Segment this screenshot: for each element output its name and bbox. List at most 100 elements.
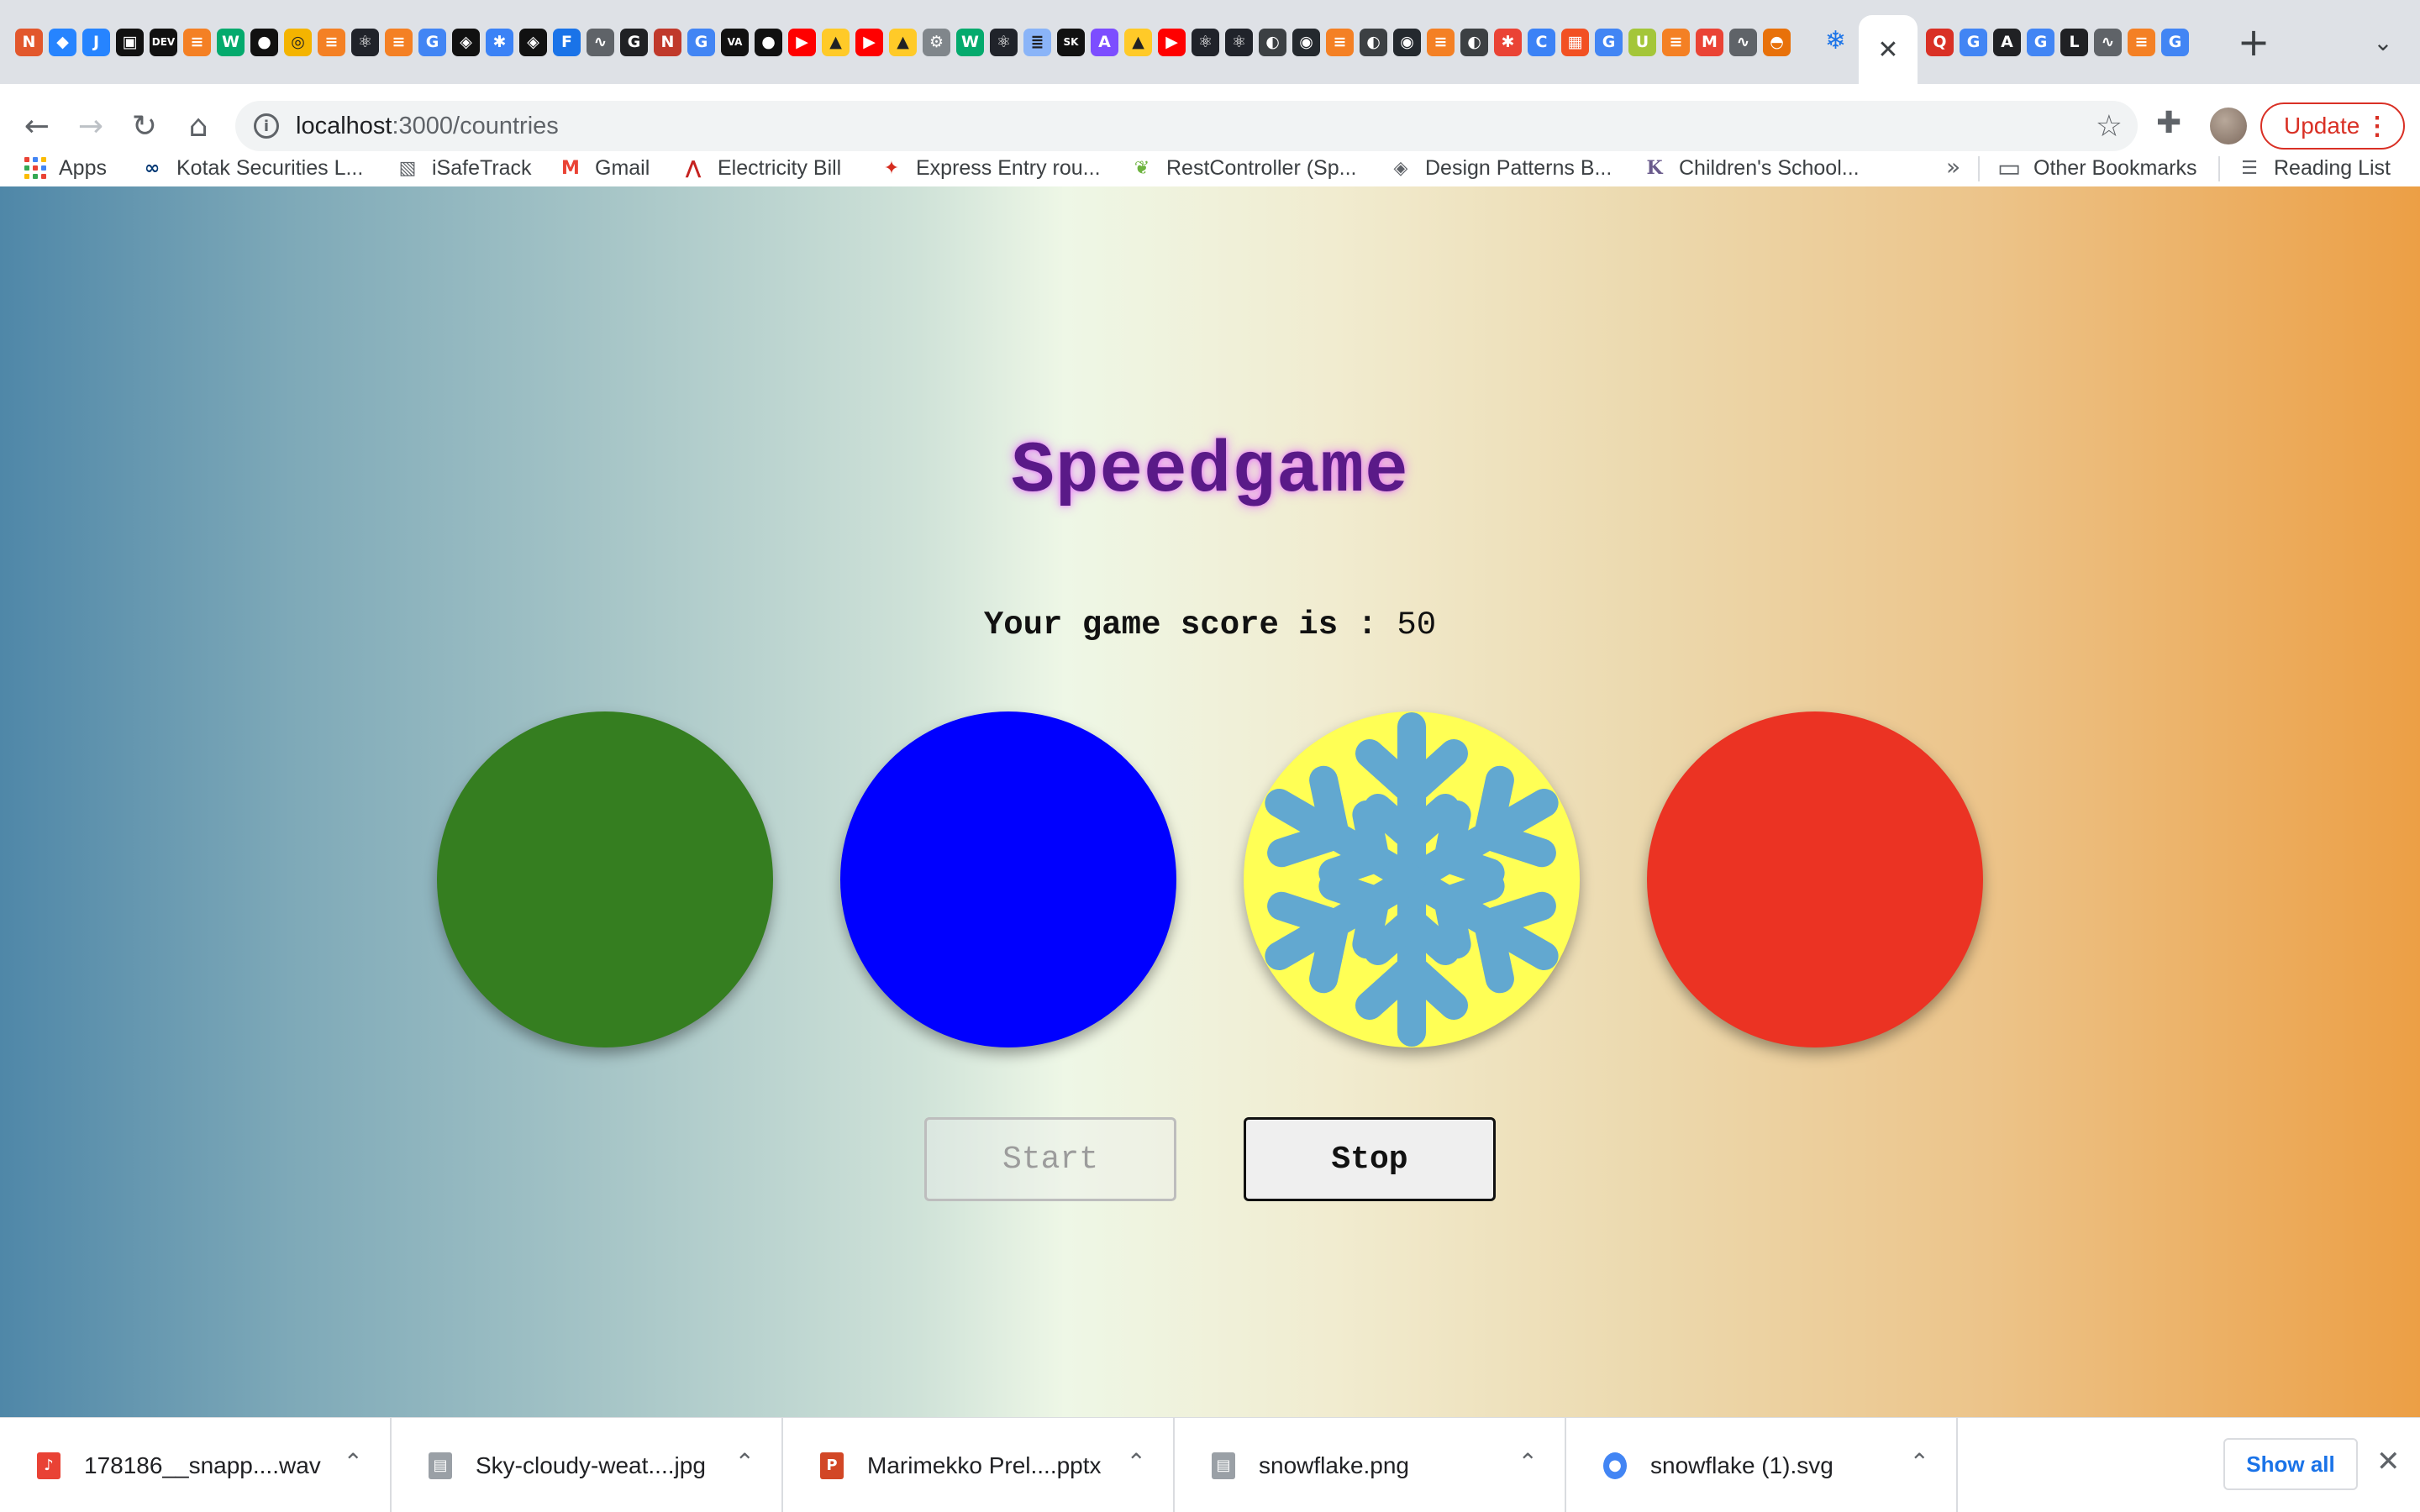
reload-icon: ↻: [131, 108, 158, 144]
bookmark-star-icon[interactable]: ☆: [2096, 109, 2123, 144]
page-title: Speedgame: [1011, 430, 1409, 512]
gear-icon[interactable]: ⚙: [923, 28, 950, 56]
tab-search-button[interactable]: ⌄: [2365, 24, 2402, 60]
profile-avatar[interactable]: [2210, 108, 2247, 144]
firebase-icon[interactable]: ▲: [889, 28, 917, 56]
download-filename: Sky-cloudy-weat....jpg: [476, 1452, 706, 1478]
google-icon[interactable]: G: [687, 28, 715, 56]
download-item[interactable]: ▤ snowflake.png ⌃: [1175, 1418, 1566, 1512]
rocket-icon[interactable]: A: [1091, 28, 1118, 56]
google-icon[interactable]: G: [1595, 28, 1623, 56]
close-tab-icon[interactable]: ✕: [1877, 35, 1898, 65]
youtube-icon[interactable]: ▶: [1158, 28, 1186, 56]
jira-icon[interactable]: J: [82, 28, 110, 56]
a-icon[interactable]: A: [1993, 28, 2021, 56]
firebase-icon[interactable]: ▲: [822, 28, 850, 56]
codepen-icon[interactable]: ◈: [452, 28, 480, 56]
chevron-up-icon[interactable]: ⌃: [1518, 1448, 1538, 1476]
gmail-icon: M: [561, 157, 580, 179]
react-icon[interactable]: ⚛: [1225, 28, 1253, 56]
react-icon[interactable]: ⚛: [351, 28, 379, 56]
u-icon[interactable]: U: [1628, 28, 1656, 56]
medium-icon[interactable]: ●: [250, 28, 278, 56]
stackoverflow-icon[interactable]: ≡: [2128, 28, 2155, 56]
badge-icon[interactable]: ◎: [284, 28, 312, 56]
w3schools-icon[interactable]: W: [956, 28, 984, 56]
stackoverflow-icon[interactable]: ≡: [385, 28, 413, 56]
snowflake-icon[interactable]: ❄: [1822, 26, 1849, 55]
game-circle-1[interactable]: [437, 711, 773, 1047]
n-icon[interactable]: N: [654, 28, 681, 56]
active-tab[interactable]: ✕ ❄: [1825, 15, 1918, 84]
gmail-icon[interactable]: M: [1696, 28, 1723, 56]
stackoverflow-icon[interactable]: ≡: [1326, 28, 1354, 56]
dev-icon[interactable]: DEV: [150, 28, 177, 56]
stackoverflow-icon[interactable]: ≡: [1427, 28, 1455, 56]
codepen-icon[interactable]: ◈: [519, 28, 547, 56]
jira-diamond-icon[interactable]: ◆: [49, 28, 76, 56]
doc-icon[interactable]: ≣: [1023, 28, 1051, 56]
github-icon[interactable]: ◉: [1393, 28, 1421, 56]
bookmarks-overflow-icon[interactable]: »: [1946, 153, 1960, 181]
sketch-icon[interactable]: N: [15, 28, 43, 56]
show-all-downloads-button[interactable]: Show all: [2223, 1438, 2358, 1490]
reading-list-icon: ☰: [2241, 157, 2258, 179]
medium-icon[interactable]: ●: [755, 28, 782, 56]
youtube-icon[interactable]: ▶: [855, 28, 883, 56]
url-text[interactable]: localhost:3000/countries: [296, 113, 559, 140]
download-item[interactable]: P Marimekko Prel....pptx ⌃: [783, 1418, 1175, 1512]
browser-toolbar: ← → ↻ ⌂ i localhost:3000/countries ☆ ✚ U…: [0, 84, 2420, 202]
stackoverflow-icon[interactable]: ≡: [1662, 28, 1690, 56]
game-circle-2[interactable]: [840, 711, 1176, 1047]
tab-strip: N ◆ J ▣ DEV ≡ W ● ◎ ≡ ⚛ ≡ G ◈ ✱ ◈ F ∿ G N G VA ● ▶ ▲ ▶ ▲ ⚙ W ⚛ ≣ SK A ▲ ▶ ⚛…: [0, 0, 2420, 84]
game-circle-3[interactable]: [1244, 711, 1580, 1047]
extensions-puzzle-icon[interactable]: ✚: [2156, 106, 2181, 140]
react-icon[interactable]: ⚛: [1192, 28, 1219, 56]
download-item[interactable]: ● snowflake (1).svg ⌃: [1566, 1418, 1958, 1512]
stackoverflow-icon[interactable]: ≡: [318, 28, 345, 56]
waveform-icon[interactable]: ∿: [1729, 28, 1757, 56]
download-item[interactable]: ♪ 178186__snapp....wav ⌃: [0, 1418, 392, 1512]
colorful-icon[interactable]: ✱: [1494, 28, 1522, 56]
google-icon[interactable]: G: [2161, 28, 2189, 56]
chevron-up-icon[interactable]: ⌃: [1127, 1448, 1146, 1476]
waveform-icon[interactable]: ∿: [2094, 28, 2122, 56]
google-icon[interactable]: G: [418, 28, 446, 56]
site-info-icon[interactable]: i: [254, 113, 279, 139]
chevron-up-icon[interactable]: ⌃: [1910, 1448, 1929, 1476]
sk-icon[interactable]: SK: [1057, 28, 1085, 56]
globe-icon[interactable]: ◐: [1460, 28, 1488, 56]
close-downloads-icon[interactable]: ✕: [2376, 1445, 2401, 1478]
circle-g-icon[interactable]: G: [620, 28, 648, 56]
new-tab-button[interactable]: +: [2235, 19, 2272, 65]
bookmark-label: Express Entry rou...: [916, 155, 1101, 180]
google-icon[interactable]: G: [1960, 28, 1987, 56]
google-icon[interactable]: G: [2027, 28, 2054, 56]
colorful-icon[interactable]: ✱: [486, 28, 513, 56]
hat-icon[interactable]: ◓: [1763, 28, 1791, 56]
q-icon[interactable]: Q: [1926, 28, 1954, 56]
download-item[interactable]: ▤ Sky-cloudy-weat....jpg ⌃: [392, 1418, 783, 1512]
chevron-up-icon[interactable]: ⌃: [344, 1448, 363, 1476]
f-icon[interactable]: F: [553, 28, 581, 56]
start-button[interactable]: Start: [924, 1117, 1176, 1201]
youtube-icon[interactable]: ▶: [788, 28, 816, 56]
waveform-icon[interactable]: ∿: [587, 28, 614, 56]
globe-icon[interactable]: ◐: [1360, 28, 1387, 56]
chevron-up-icon[interactable]: ⌃: [735, 1448, 755, 1476]
react-icon[interactable]: ⚛: [990, 28, 1018, 56]
w3schools-icon[interactable]: W: [217, 28, 245, 56]
firebase-icon[interactable]: ▲: [1124, 28, 1152, 56]
page-content: Speedgame Your game score is : 50 Start …: [0, 186, 2420, 1417]
va-icon[interactable]: VA: [721, 28, 749, 56]
stackoverflow-icon[interactable]: ≡: [183, 28, 211, 56]
grid-icon[interactable]: ▣: [116, 28, 144, 56]
game-circle-4[interactable]: [1647, 711, 1983, 1047]
c-icon[interactable]: C: [1528, 28, 1555, 56]
microsoft-icon[interactable]: ▦: [1561, 28, 1589, 56]
forward-arrow-icon: →: [77, 108, 104, 144]
stop-button[interactable]: Stop: [1244, 1117, 1496, 1201]
github-icon[interactable]: ◉: [1292, 28, 1320, 56]
l-icon[interactable]: L: [2060, 28, 2088, 56]
globe-icon[interactable]: ◐: [1259, 28, 1286, 56]
